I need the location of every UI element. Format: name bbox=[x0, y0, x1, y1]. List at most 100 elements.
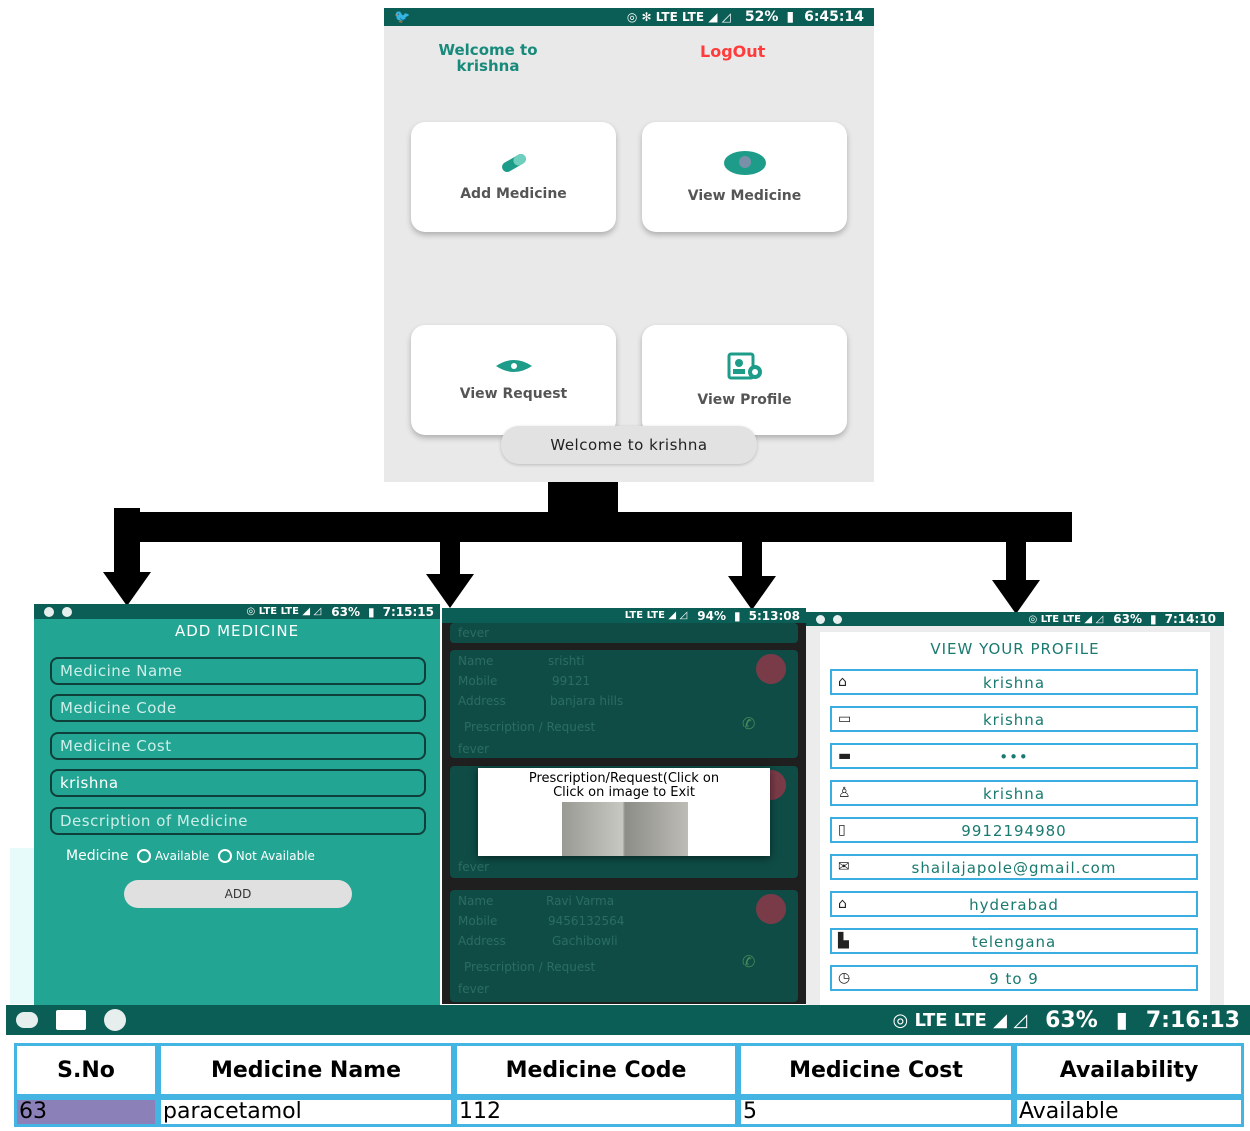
dialog-subtitle: Click on image to Exit bbox=[553, 785, 695, 800]
battery-icon: ▮ bbox=[1115, 1007, 1128, 1033]
pill-icon bbox=[501, 154, 526, 172]
view-profile-screen: ◎ LTE LTE ◢ ◿ 63% ▮ 7:14:10 VIEW YOUR PR… bbox=[806, 612, 1224, 1006]
signal-icons: ◎ LTE LTE ◢ ◿ bbox=[246, 606, 322, 617]
table-cell-sno: 63 bbox=[14, 1097, 158, 1127]
view-profile-tile[interactable]: View Profile bbox=[642, 325, 847, 435]
name-value: srishti bbox=[548, 654, 585, 668]
page-title: ADD MEDICINE bbox=[174, 622, 300, 640]
media-icon bbox=[56, 1010, 86, 1030]
address-label: Address bbox=[458, 934, 506, 948]
add-medicine-tile[interactable]: Add Medicine bbox=[411, 122, 616, 232]
note-text: fever bbox=[458, 860, 490, 874]
camera-icon[interactable] bbox=[756, 894, 786, 924]
prescription-image[interactable] bbox=[562, 802, 688, 856]
arrow-head-4 bbox=[992, 580, 1040, 614]
signal-icons: ◎ LTE LTE ◢ ◿ bbox=[892, 1009, 1028, 1031]
header-medicine-name: Medicine Name bbox=[158, 1043, 454, 1097]
table-cell-code: 112 bbox=[454, 1097, 738, 1127]
arrow-head-1 bbox=[103, 572, 151, 606]
signal-icons: ◎ ✻ LTE LTE ◢ ◿ bbox=[626, 10, 731, 24]
request-card[interactable]: Name srishti Mobile 99121 Address banjar… bbox=[450, 650, 798, 758]
battery-icon: ▮ bbox=[786, 9, 795, 25]
profile-field-name: ▭ krishna bbox=[830, 706, 1198, 732]
table-cell-name: paracetamol bbox=[158, 1097, 454, 1127]
profile-field-password: ▬ ••• bbox=[830, 743, 1198, 769]
note-text: fever bbox=[458, 742, 490, 756]
arrow-shaft-1 bbox=[114, 508, 140, 572]
clock: 7:16:13 bbox=[1145, 1007, 1240, 1033]
profile-field-hours: ◷ 9 to 9 bbox=[830, 965, 1198, 991]
clock: 7:15:15 bbox=[382, 604, 434, 619]
prescription-dialog[interactable]: Prescription/Request(Click on Click on i… bbox=[478, 768, 770, 856]
medicine-cost-input[interactable]: Medicine Cost bbox=[50, 732, 426, 760]
address-label: Address bbox=[458, 694, 506, 708]
profile-field-city: ⌂ hyderabad bbox=[830, 891, 1198, 917]
background-strip bbox=[10, 848, 34, 1004]
add-button[interactable]: ADD bbox=[124, 880, 352, 908]
status-bar: 🐦 ◎ ✻ LTE LTE ◢ ◿ 52% ▮ 6:45:14 bbox=[384, 8, 874, 26]
battery-text: 94% bbox=[697, 608, 727, 623]
camera-icon[interactable] bbox=[756, 654, 786, 684]
battery-text: 63% bbox=[1113, 612, 1143, 626]
status-bar: ◎ LTE LTE ◢ ◿ 63% ▮ 7:16:13 bbox=[6, 1005, 1250, 1035]
note-text: fever bbox=[458, 626, 490, 640]
view-profile-label: View Profile bbox=[697, 392, 792, 408]
battery-icon: ▮ bbox=[1150, 612, 1157, 626]
phone-icon[interactable]: ✆ bbox=[742, 714, 755, 733]
signal-icons: LTE LTE ◢ ◿ bbox=[624, 610, 688, 621]
medicine-view-icon bbox=[723, 151, 766, 175]
header-medicine-code: Medicine Code bbox=[454, 1043, 738, 1097]
status-bar: ◎ LTE LTE ◢ ◿ 63% ▮ 7:15:15 bbox=[34, 604, 440, 619]
medicine-name-input[interactable]: Medicine Name bbox=[50, 657, 426, 685]
mobile-value: 9456132564 bbox=[548, 914, 625, 928]
welcome-toast: Welcome to krishna bbox=[501, 426, 757, 464]
twitter-icon: 🐦 bbox=[394, 9, 411, 25]
add-medicine-label: Add Medicine bbox=[460, 186, 567, 202]
medicine-table-screen: ◎ LTE LTE ◢ ◿ 63% ▮ 7:16:13 S.No Medicin… bbox=[6, 1005, 1250, 1131]
view-medicine-label: View Medicine bbox=[687, 188, 802, 204]
note-text: fever bbox=[458, 982, 490, 996]
profile-field-username: ♙ krishna bbox=[830, 780, 1198, 806]
name-value: Ravi Varma bbox=[546, 894, 615, 908]
connector-bar bbox=[114, 512, 1072, 542]
view-request-label: View Request bbox=[459, 386, 568, 402]
battery-text: 63% bbox=[331, 604, 361, 619]
profile-card-icon bbox=[727, 352, 762, 380]
table-cell-cost: 5 bbox=[738, 1097, 1014, 1127]
name-label: Name bbox=[458, 654, 494, 668]
view-medicine-tile[interactable]: View Medicine bbox=[642, 122, 847, 232]
clock: 6:45:14 bbox=[804, 9, 864, 25]
header-medicine-cost: Medicine Cost bbox=[738, 1043, 1014, 1097]
address-value: banjara hills bbox=[550, 694, 624, 708]
logout-button[interactable]: LogOut bbox=[700, 42, 765, 61]
view-request-tile[interactable]: View Request bbox=[411, 325, 616, 435]
owner-input[interactable]: krishna bbox=[50, 769, 426, 797]
radio-available[interactable] bbox=[137, 849, 151, 863]
status-bar: ◎ LTE LTE ◢ ◿ 63% ▮ 7:14:10 bbox=[806, 612, 1224, 626]
profile-field-shop: ⌂ krishna bbox=[830, 669, 1198, 695]
header-sno: S.No bbox=[14, 1043, 158, 1097]
arrow-head-2 bbox=[426, 574, 474, 608]
address-value: Gachibowli bbox=[552, 934, 618, 948]
request-card[interactable]: fever bbox=[450, 623, 798, 643]
home-screen: 🐦 ◎ ✻ LTE LTE ◢ ◿ 52% ▮ 6:45:14 Welcome … bbox=[384, 8, 874, 482]
phone-icon[interactable]: ✆ bbox=[742, 952, 755, 971]
request-card[interactable]: Name Ravi Varma Mobile 9456132564 Addres… bbox=[450, 890, 798, 1002]
availability-group: Medicine Available Not Available bbox=[66, 848, 315, 864]
battery-text: 52% bbox=[744, 9, 779, 25]
prescription-link[interactable]: Prescription / Request bbox=[464, 960, 595, 974]
mobile-label: Mobile bbox=[458, 674, 498, 688]
clock: 7:14:10 bbox=[1164, 612, 1216, 626]
page-title: VIEW YOUR PROFILE bbox=[930, 640, 1100, 658]
description-input[interactable]: Description of Medicine bbox=[50, 807, 426, 835]
radio-not-available[interactable] bbox=[217, 849, 232, 863]
app-dot-icon bbox=[833, 614, 842, 624]
not-available-option-label: Not Available bbox=[235, 849, 315, 863]
eye-icon bbox=[495, 360, 532, 372]
medicine-code-input[interactable]: Medicine Code bbox=[50, 694, 426, 722]
battery-text: 63% bbox=[1045, 1007, 1098, 1033]
status-bar: LTE LTE ◢ ◿ 94% ▮ 5:13:08 bbox=[442, 608, 806, 623]
globe-icon bbox=[104, 1009, 126, 1031]
prescription-link[interactable]: Prescription / Request bbox=[464, 720, 595, 734]
signal-icons: ◎ LTE LTE ◢ ◿ bbox=[1028, 613, 1104, 625]
